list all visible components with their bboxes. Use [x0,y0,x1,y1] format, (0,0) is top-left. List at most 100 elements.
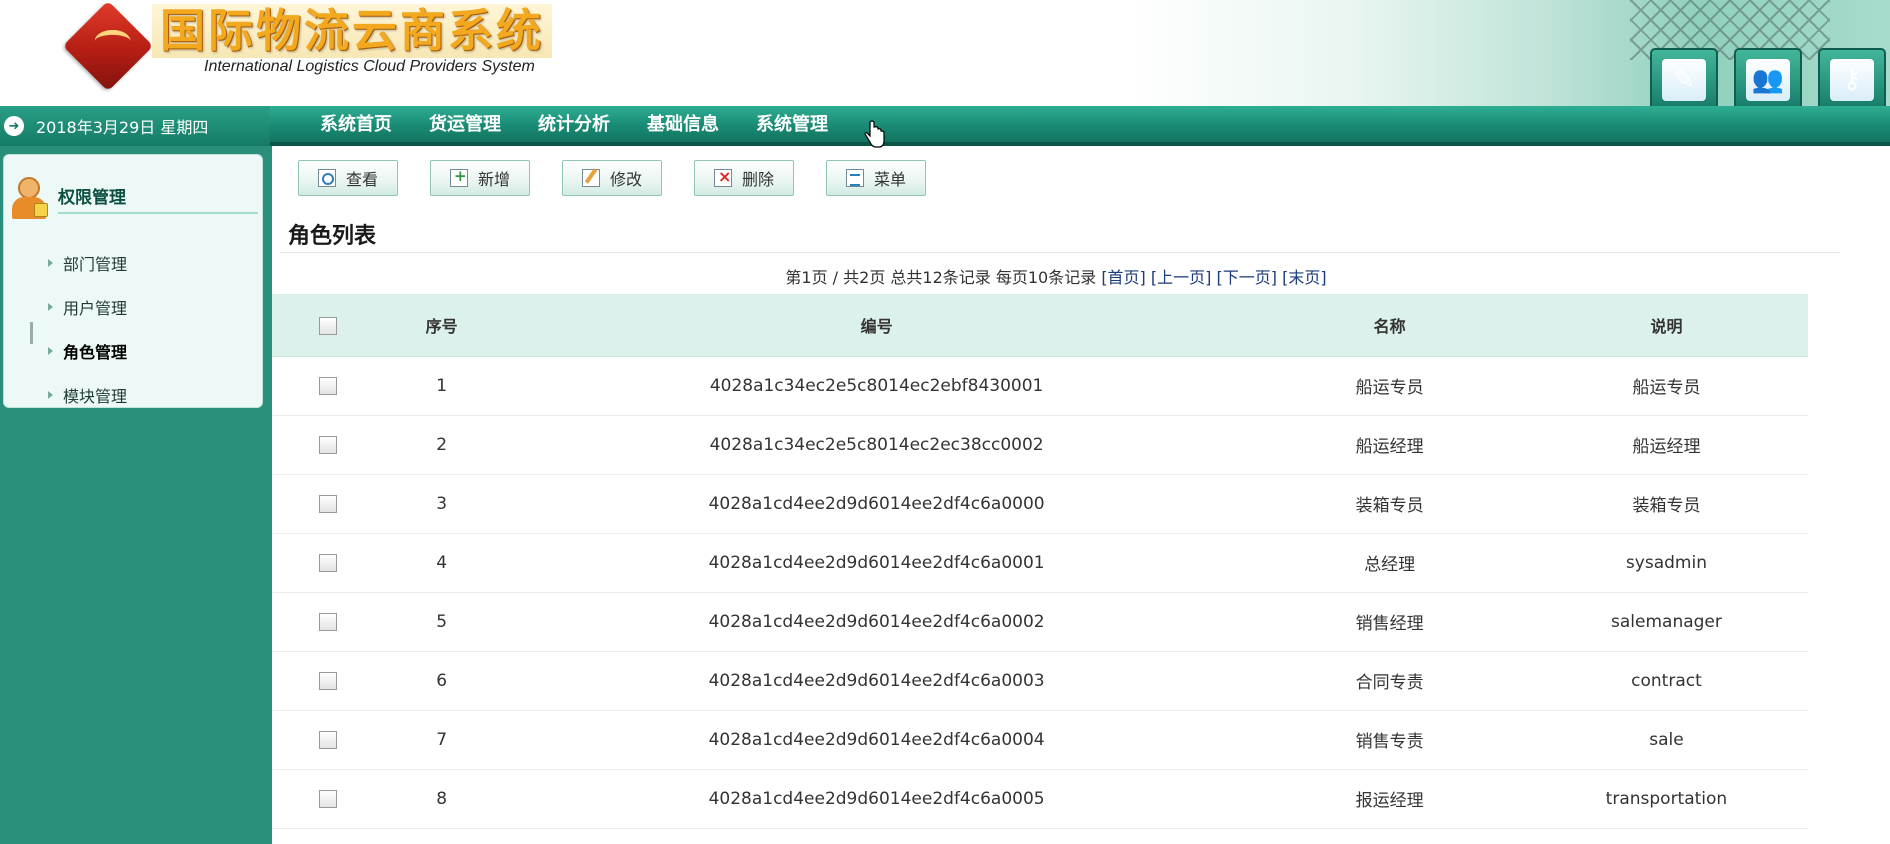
row-seq: 2 [384,415,499,475]
divider [280,252,1840,253]
top-nav-bar [0,106,1890,146]
table-row[interactable]: 4 4028a1cd4ee2d9d6014ee2df4c6a0001 总经理 s… [272,533,1808,593]
row-seq: 5 [384,592,499,652]
table-row[interactable]: 7 4028a1cd4ee2d9d6014ee2df4c6a0004 销售专责 … [272,710,1808,770]
sidebar-menu: 部门管理 用户管理 角色管理 模块管理 [48,241,127,417]
main-content: 查看 新增 修改 删除 菜单 角色列表 第1页 / 共2页 总共12条记录 每页… [272,146,1890,844]
row-name: 装箱专员 [1254,474,1525,534]
refresh-arrow-icon[interactable]: ➜ [4,116,24,136]
header: 国际物流云商系统 International Logistics Cloud P… [0,0,1890,108]
row-seq: 4 [384,533,499,593]
row-desc: 船运经理 [1524,415,1808,475]
date-bar: ➜ 2018年3月29日 星期四 [0,106,270,146]
edit-button[interactable]: 修改 [562,160,662,196]
row-desc: contract [1524,651,1808,711]
sidebar-heading-label: 权限管理 [58,183,258,214]
row-select-cell [272,651,385,711]
table-row[interactable]: 8 4028a1cd4ee2d9d6014ee2df4c6a0005 报运经理 … [272,769,1808,829]
header-select-all [272,294,385,357]
row-id: 4028a1c34ec2e5c8014ec2ebf8430001 [498,356,1255,416]
row-checkbox[interactable] [319,730,338,749]
first-page-link[interactable]: [首页] [1101,268,1146,287]
row-checkbox[interactable] [319,789,338,808]
user-lock-icon [12,177,50,219]
edit-pen-button[interactable]: ✎ [1650,48,1718,108]
nav-item-cargo[interactable]: 货运管理 [429,110,501,136]
row-id: 4028a1cd4ee2d9d6014ee2df4c6a0005 [498,769,1255,829]
row-select-cell [272,769,385,829]
sidebar-item-departments[interactable]: 部门管理 [48,241,127,285]
row-seq: 7 [384,710,499,770]
row-seq: 1 [384,356,499,416]
header-seq: 序号 [384,294,499,357]
row-desc: 装箱专员 [1524,474,1808,534]
row-select-cell [272,474,385,534]
sidebar-item-modules[interactable]: 模块管理 [48,373,127,417]
last-page-link[interactable]: [末页] [1282,268,1327,287]
app-subtitle: International Logistics Cloud Providers … [198,58,541,76]
row-id: 4028a1cd4ee2d9d6014ee2df4c6a0001 [498,533,1255,593]
row-id: 4028a1cd4ee2d9d6014ee2df4c6a0000 [498,474,1255,534]
row-name: 报运经理 [1254,769,1525,829]
add-button-label: 新增 [477,170,510,189]
row-name: 船运经理 [1254,415,1525,475]
row-desc: sale [1524,710,1808,770]
sidebar-item-roles[interactable]: 角色管理 [48,329,127,373]
keys-button[interactable]: ⚷ [1818,48,1886,108]
delete-button[interactable]: 删除 [694,160,794,196]
arrow-right-icon [48,259,53,267]
table-row[interactable]: 2 4028a1c34ec2e5c8014ec2ec38cc0002 船运经理 … [272,415,1808,475]
arrow-right-icon [48,391,53,399]
edit-pen-icon: ✎ [1662,59,1706,101]
row-select-cell [272,356,385,416]
pagination: 第1页 / 共2页 总共12条记录 每页10条记录 [首页] [上一页] [下一… [272,264,1840,288]
header-name: 名称 [1254,294,1525,357]
nav-item-system-management[interactable]: 系统管理 [756,110,828,136]
keys-icon: ⚷ [1830,59,1874,101]
roles-table: 序号 编号 名称 说明 1 4028a1c34ec2e5c8014ec2ebf8… [272,294,1808,829]
table-row[interactable]: 6 4028a1cd4ee2d9d6014ee2df4c6a0003 合同专责 … [272,651,1808,711]
row-checkbox[interactable] [319,612,338,631]
users-icon: 👥 [1746,59,1790,101]
pagination-summary: 第1页 / 共2页 总共12条记录 每页10条记录 [785,268,1097,287]
nav-item-statistics[interactable]: 统计分析 [538,110,610,136]
select-all-checkbox[interactable] [319,316,338,335]
nav-item-home[interactable]: 系统首页 [320,110,392,136]
add-button[interactable]: 新增 [430,160,530,196]
view-button[interactable]: 查看 [298,160,398,196]
active-indicator [30,322,33,344]
row-checkbox[interactable] [319,376,338,395]
row-seq: 8 [384,769,499,829]
next-page-link[interactable]: [下一页] [1217,268,1278,287]
main-menu: 系统首页 货运管理 统计分析 基础信息 系统管理 [320,106,865,140]
row-desc: 船运专员 [1524,356,1808,416]
nav-item-basic-info[interactable]: 基础信息 [647,110,719,136]
delete-icon [713,167,732,187]
sidebar-item-label: 模块管理 [63,387,128,406]
row-desc: transportation [1524,769,1808,829]
view-button-label: 查看 [345,170,378,189]
row-name: 合同专责 [1254,651,1525,711]
row-checkbox[interactable] [319,553,338,572]
sidebar-item-label: 角色管理 [63,343,128,362]
users-button[interactable]: 👥 [1734,48,1802,108]
table-row[interactable]: 5 4028a1cd4ee2d9d6014ee2df4c6a0002 销售经理 … [272,592,1808,652]
row-desc: sysadmin [1524,533,1808,593]
menu-button[interactable]: 菜单 [826,160,926,196]
row-id: 4028a1c34ec2e5c8014ec2ec38cc0002 [498,415,1255,475]
sidebar-panel: 权限管理 部门管理 用户管理 角色管理 模块管理 [3,154,263,408]
row-checkbox[interactable] [319,435,338,454]
row-select-cell [272,710,385,770]
table-row[interactable]: 1 4028a1c34ec2e5c8014ec2ebf8430001 船运专员 … [272,356,1808,416]
sidebar-item-users[interactable]: 用户管理 [48,285,127,329]
row-id: 4028a1cd4ee2d9d6014ee2df4c6a0002 [498,592,1255,652]
row-name: 销售经理 [1254,592,1525,652]
sidebar-heading[interactable]: 权限管理 [12,177,258,219]
row-select-cell [272,415,385,475]
prev-page-link[interactable]: [上一页] [1151,268,1212,287]
table-row[interactable]: 3 4028a1cd4ee2d9d6014ee2df4c6a0000 装箱专员 … [272,474,1808,534]
row-checkbox[interactable] [319,671,338,690]
row-name: 船运专员 [1254,356,1525,416]
header-id: 编号 [498,294,1255,357]
row-checkbox[interactable] [319,494,338,513]
